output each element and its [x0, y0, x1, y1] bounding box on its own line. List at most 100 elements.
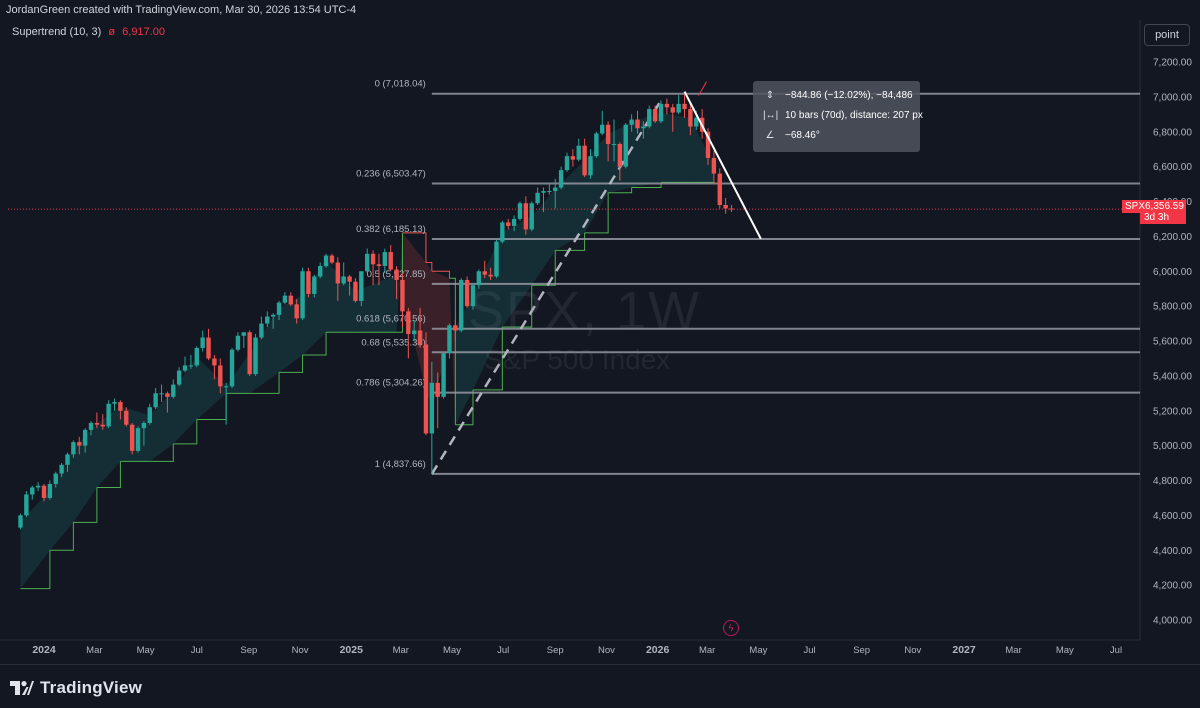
date-range-icon: |↔|	[763, 110, 779, 121]
candle-body	[594, 133, 599, 157]
candle-body	[159, 393, 164, 395]
price-axis-label: 5,600.00	[1153, 337, 1192, 348]
candle-body	[353, 281, 358, 301]
candle-body	[429, 382, 435, 434]
candle-body	[611, 143, 617, 145]
candle-body	[394, 269, 399, 280]
candle-body	[417, 330, 423, 345]
candle-body	[629, 119, 634, 125]
lightning-icon[interactable]: ϟ	[723, 620, 739, 636]
price-axis-label: 5,400.00	[1153, 371, 1192, 382]
candle-body	[147, 407, 152, 423]
price-axis-label: 5,200.00	[1153, 406, 1192, 417]
candle-body	[582, 145, 587, 176]
candle-body	[229, 349, 235, 387]
scale-mode-button[interactable]: point	[1144, 24, 1190, 46]
candle-body	[388, 252, 393, 270]
candle-body	[141, 422, 147, 429]
tradingview-logo-icon	[10, 681, 34, 695]
watermark-symbol: SPX, 1W	[468, 281, 702, 341]
fib-level-label: 0.618 (5,670.56)	[356, 314, 426, 325]
measure-angle: −68.46°	[785, 130, 820, 141]
candle-body	[182, 365, 188, 371]
candle-body	[171, 384, 176, 397]
candle-body	[370, 253, 376, 265]
time-axis-label: Mar	[1005, 645, 1021, 656]
measure-angle-row: ∠ −68.46°	[763, 130, 820, 141]
tradingview-logo[interactable]: TradingView	[10, 678, 142, 698]
candle-body	[47, 483, 53, 498]
candle-body	[364, 253, 370, 272]
candle-body	[553, 187, 558, 192]
price-axis-label: 4,200.00	[1153, 581, 1192, 592]
time-axis-label: 2025	[340, 644, 364, 656]
measure-change-row: ⇕ −844.86 (−12.02%), −84,486	[763, 90, 913, 101]
candle-body	[576, 145, 581, 160]
candle-body	[676, 103, 681, 113]
candle-body	[200, 337, 205, 348]
measure-bars: 10 bars (70d), distance: 207 px	[785, 110, 923, 121]
candle-body	[517, 203, 523, 219]
candle-body	[317, 266, 323, 277]
price-axis-label: 7,000.00	[1153, 92, 1192, 103]
candle-body	[711, 157, 717, 174]
candle-body	[165, 393, 170, 397]
time-axis-label: May	[137, 645, 155, 656]
candle-body	[723, 204, 728, 209]
candle-body	[35, 485, 41, 488]
measure-change: −844.86 (−12.02%), −84,486	[785, 90, 913, 101]
candle-body	[588, 156, 593, 176]
candle-body	[641, 126, 646, 129]
time-axis-label: 2027	[952, 644, 976, 656]
candle-body	[194, 347, 199, 366]
bottom-bar: TradingView	[0, 664, 1200, 708]
time-axis-label: Jul	[497, 645, 509, 656]
fib-level-label: 1 (4,837.66)	[375, 459, 426, 470]
candle-body	[124, 410, 129, 425]
fib-level-label: 0.68 (5,535.38)	[361, 337, 425, 348]
candle-body	[511, 218, 517, 226]
candle-body	[188, 365, 194, 367]
candle-body	[447, 325, 452, 354]
time-axis-label: Mar	[699, 645, 715, 656]
candle-body	[382, 252, 388, 267]
candle-body	[24, 494, 29, 516]
fib-level-label: 0.236 (6,503.47)	[356, 168, 426, 179]
candle-body	[235, 335, 241, 350]
candle-body	[288, 295, 294, 305]
candle-body	[623, 124, 628, 167]
candle-body	[30, 487, 35, 495]
price-axis-label: 6,800.00	[1153, 127, 1192, 138]
candle-body	[312, 276, 317, 294]
candle-body	[441, 353, 446, 397]
indicator-legend[interactable]: Supertrend (10, 3) ø 6,917.00	[12, 26, 165, 38]
tradingview-logo-text: TradingView	[40, 678, 143, 697]
candle-body	[135, 428, 141, 451]
candle-body	[118, 402, 123, 411]
candle-body	[435, 382, 440, 397]
candle-body	[717, 173, 722, 205]
indicator-symbol: ø	[108, 26, 116, 38]
candle-body	[400, 279, 405, 312]
candle-body	[82, 429, 88, 446]
candle-body	[453, 325, 458, 331]
candle-body	[276, 302, 282, 315]
indicator-value: 6,917.00	[122, 26, 165, 38]
angle-icon: ∠	[765, 130, 775, 141]
price-axis-label: 6,600.00	[1153, 162, 1192, 173]
candle-body	[206, 337, 211, 359]
time-axis-label: Nov	[598, 645, 615, 656]
time-axis-label: Jul	[191, 645, 203, 656]
time-axis-label: Sep	[240, 645, 257, 656]
price-tag-symbol: SPX	[1125, 201, 1146, 212]
price-axis-label: 5,800.00	[1153, 302, 1192, 313]
candle-body	[94, 422, 100, 425]
candle-body	[265, 316, 270, 324]
candle-body	[88, 422, 94, 430]
candle-body	[523, 203, 529, 230]
time-axis-label: Sep	[853, 645, 870, 656]
price-axis-label: 7,200.00	[1153, 58, 1192, 69]
time-axis-label: Mar	[86, 645, 102, 656]
candle-body	[341, 276, 346, 284]
time-axis-label: 2026	[646, 644, 670, 656]
